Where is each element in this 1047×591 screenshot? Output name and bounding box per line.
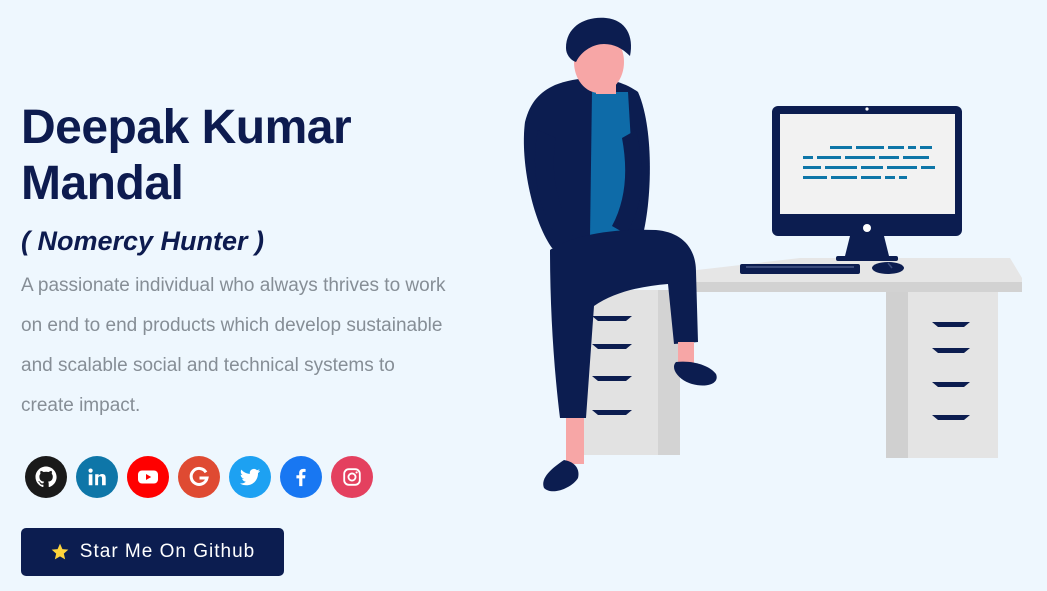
computer-monitor (772, 106, 962, 261)
github-icon (35, 466, 57, 488)
greeting-section: Deepak Kumar Mandal ( Nomercy Hunter ) A… (21, 100, 491, 426)
star-button-label: Star Me On Github (79, 541, 256, 562)
name-heading: Deepak Kumar Mandal (21, 101, 352, 210)
facebook-link[interactable] (280, 456, 322, 498)
star-icon (50, 542, 70, 562)
developer-desk-illustration (523, 17, 1022, 492)
google-link[interactable] (178, 456, 220, 498)
home-page: Deepak Kumar Mandal ( Nomercy Hunter ) A… (0, 0, 1047, 591)
desk (580, 258, 1022, 458)
linkedin-icon (88, 468, 106, 486)
nickname-text: ( Nomercy Hunter ) (21, 226, 265, 256)
twitter-icon (240, 468, 260, 486)
youtube-icon (138, 470, 158, 484)
github-link[interactable] (25, 456, 67, 498)
linkedin-link[interactable] (76, 456, 118, 498)
subtitle-text: A passionate individual who always thriv… (21, 275, 446, 416)
social-links (25, 456, 373, 498)
google-icon (189, 467, 209, 486)
facebook-icon (296, 468, 306, 487)
instagram-icon (343, 468, 361, 486)
star-on-github-button[interactable]: Star Me On Github (21, 528, 284, 576)
youtube-link[interactable] (127, 456, 169, 498)
instagram-link[interactable] (331, 456, 373, 498)
twitter-link[interactable] (229, 456, 271, 498)
